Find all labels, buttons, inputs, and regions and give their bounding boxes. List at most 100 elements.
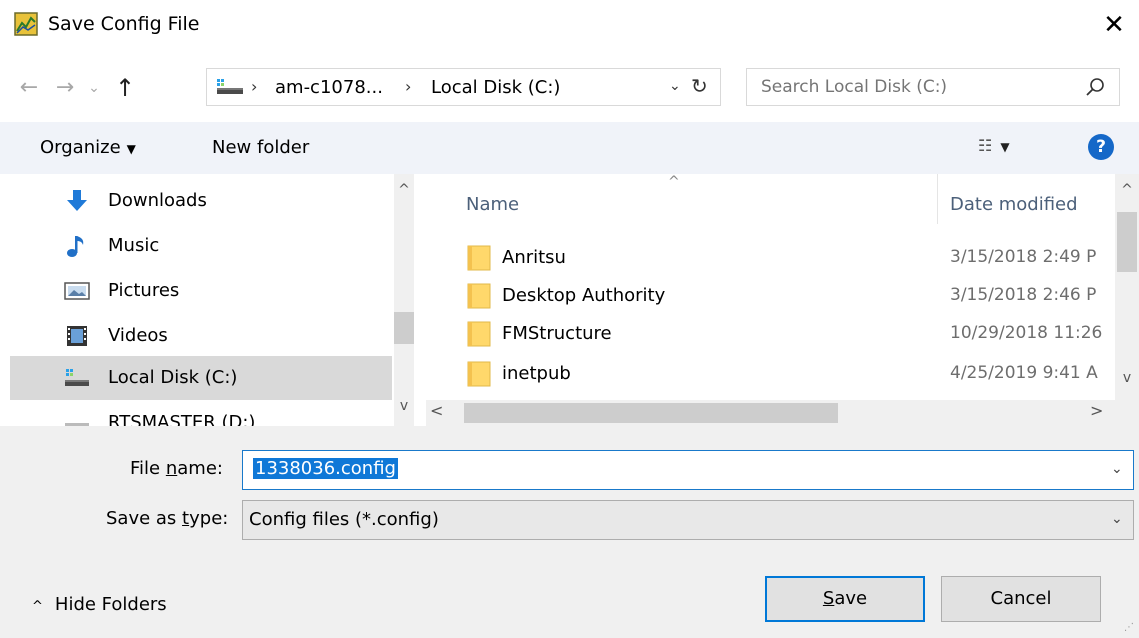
nav-item-rtsmaster[interactable]: RTSMASTER (D:): [10, 401, 392, 426]
nav-item-downloads[interactable]: Downloads: [10, 179, 392, 223]
save-as-type-select[interactable]: Config files (*.config) ⌄: [242, 500, 1134, 540]
search-icon[interactable]: [1085, 75, 1107, 99]
breadcrumb-separator[interactable]: ›: [405, 77, 411, 96]
save-form: File name: 1338036.config ⌄ Save as type…: [0, 426, 1139, 638]
refresh-button[interactable]: ↻: [691, 74, 708, 98]
file-list-vertical-scrollbar[interactable]: ^ v: [1115, 174, 1139, 400]
search-input[interactable]: [761, 77, 1061, 97]
file-list: Name ^ Date modified Anritsu 3/15/2018 2…: [426, 174, 1139, 426]
nav-item-videos[interactable]: Videos: [10, 314, 392, 358]
nav-item-label: Local Disk (C:): [108, 367, 238, 388]
hide-folders-label: Hide Folders: [54, 594, 167, 615]
folder-icon: [466, 320, 492, 348]
label-text: ame:: [177, 458, 223, 479]
column-divider[interactable]: [937, 174, 938, 224]
nav-item-local-disk[interactable]: Local Disk (C:): [10, 356, 392, 400]
chevron-up-icon: ^: [32, 599, 43, 614]
file-name: FMStructure: [502, 323, 612, 344]
list-item[interactable]: inetpub 4/25/2019 9:41 A: [466, 356, 1106, 392]
column-header-name[interactable]: Name: [466, 194, 519, 215]
breadcrumb-local-disk[interactable]: Local Disk (C:): [431, 77, 560, 98]
column-header-date-modified[interactable]: Date modified: [950, 194, 1078, 215]
title-bar: Save Config File ✕: [0, 0, 1139, 54]
scroll-thumb[interactable]: [394, 312, 414, 344]
file-list-horizontal-scrollbar[interactable]: < >: [426, 400, 1115, 426]
file-date: 4/25/2019 9:41 A: [950, 363, 1098, 383]
save-label: ave: [834, 588, 868, 609]
scrollbar-corner: [1115, 400, 1139, 426]
help-icon[interactable]: ?: [1088, 134, 1114, 160]
view-details-icon: ☷: [978, 136, 993, 155]
scroll-down-icon[interactable]: v: [1115, 370, 1139, 386]
scroll-down-icon[interactable]: v: [394, 398, 414, 414]
label-accelerator: n: [165, 458, 178, 479]
forward-button[interactable]: →: [50, 70, 80, 106]
chart-app-icon: [14, 12, 38, 36]
label-text: File: [130, 458, 166, 479]
scroll-up-icon[interactable]: ^: [394, 182, 414, 198]
file-date: 10/29/2018 11:26: [950, 323, 1103, 343]
sort-ascending-icon: ^: [668, 174, 680, 190]
file-name-field[interactable]: 1338036.config ⌄: [242, 450, 1134, 490]
search-box[interactable]: [746, 68, 1120, 106]
list-item[interactable]: FMStructure 10/29/2018 11:26: [466, 316, 1106, 352]
close-button[interactable]: ✕: [1096, 8, 1132, 44]
folder-icon: [466, 360, 492, 388]
list-item[interactable]: Desktop Authority 3/15/2018 2:46 P: [466, 278, 1106, 314]
scroll-thumb[interactable]: [1117, 212, 1137, 272]
file-name-label: File name:: [130, 458, 223, 479]
scroll-thumb[interactable]: [464, 403, 838, 423]
file-name: Desktop Authority: [502, 285, 666, 306]
up-button[interactable]: ↑: [110, 70, 140, 106]
label-text: ype:: [189, 508, 229, 529]
film-icon: [64, 324, 90, 348]
resize-grip-icon[interactable]: ⋰: [1124, 622, 1134, 633]
pictures-icon: [64, 279, 90, 303]
scroll-left-icon[interactable]: <: [430, 401, 443, 420]
nav-scrollbar[interactable]: ^ v: [394, 174, 414, 426]
nav-item-label: Music: [108, 235, 160, 256]
chevron-down-icon[interactable]: ⌄: [1111, 511, 1123, 527]
hide-folders-button[interactable]: ^ Hide Folders: [32, 594, 167, 615]
save-accelerator: S: [822, 588, 835, 609]
save-button[interactable]: Save: [765, 576, 925, 622]
folder-icon: [466, 244, 492, 272]
file-name: Anritsu: [502, 247, 566, 268]
network-drive-icon: [215, 77, 245, 102]
list-item[interactable]: Anritsu 3/15/2018 2:49 P: [466, 240, 1106, 276]
file-date: 3/15/2018 2:49 P: [950, 247, 1097, 267]
breadcrumb-separator[interactable]: ›: [251, 77, 257, 96]
address-dropdown-icon[interactable]: ⌄: [669, 78, 681, 94]
scroll-right-icon[interactable]: >: [1090, 401, 1103, 420]
nav-item-label: Downloads: [108, 190, 207, 211]
nav-item-pictures[interactable]: Pictures: [10, 269, 392, 313]
save-as-type-label: Save as type:: [106, 508, 228, 529]
recent-locations-button[interactable]: ⌄: [82, 70, 106, 106]
local-disk-icon: [64, 366, 90, 390]
dropdown-arrow-icon: ▼: [1000, 140, 1010, 154]
file-date: 3/15/2018 2:46 P: [950, 285, 1097, 305]
folder-icon: [466, 282, 492, 310]
dropdown-arrow-icon: ▼: [126, 142, 136, 156]
chevron-down-icon[interactable]: ⌄: [1111, 461, 1123, 477]
window-title: Save Config File: [48, 13, 200, 35]
change-view-button[interactable]: ☷ ▼: [978, 136, 1010, 155]
file-name-input[interactable]: 1338036.config: [253, 458, 398, 479]
navigation-pane: Downloads Music Pictures Videos Local Di…: [0, 174, 414, 426]
command-bar: Organize ▼ New folder ☷ ▼ ?: [0, 122, 1139, 174]
back-button[interactable]: ←: [14, 70, 44, 106]
address-bar[interactable]: › am-c1078... › Local Disk (C:) ⌄ ↻: [206, 68, 721, 106]
organize-button[interactable]: Organize ▼: [40, 137, 136, 158]
music-note-icon: [64, 234, 90, 258]
nav-item-label: Videos: [108, 325, 168, 346]
breadcrumb-computer[interactable]: am-c1078...: [275, 77, 383, 98]
nav-item-label: Pictures: [108, 280, 180, 301]
nav-item-music[interactable]: Music: [10, 224, 392, 268]
cancel-button[interactable]: Cancel: [941, 576, 1101, 622]
new-folder-button[interactable]: New folder: [212, 137, 309, 158]
nav-item-label: RTSMASTER (D:): [108, 412, 256, 426]
label-text: Save as: [106, 508, 183, 529]
scroll-up-icon[interactable]: ^: [1115, 182, 1139, 198]
download-arrow-icon: [64, 189, 90, 213]
save-as-type-value: Config files (*.config): [249, 509, 439, 530]
